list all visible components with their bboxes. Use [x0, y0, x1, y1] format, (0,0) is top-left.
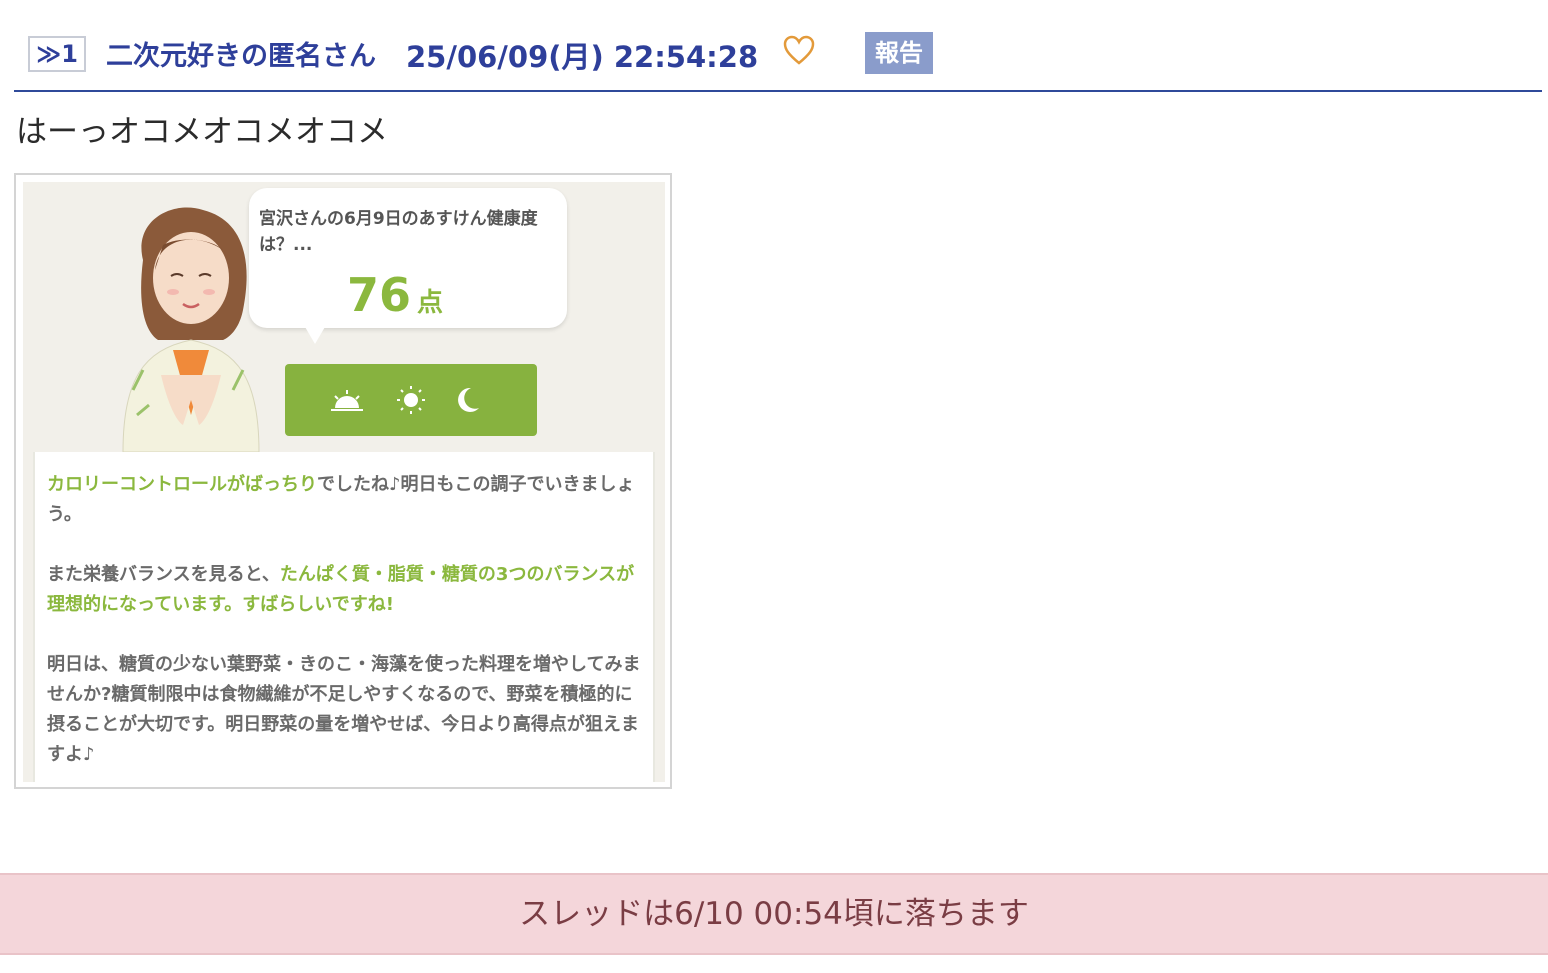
reply-anchor-button[interactable]: ≫1	[28, 36, 86, 72]
sun-icon	[397, 386, 425, 414]
speech-bubble: 宮沢さんの6月9日のあすけん健康度は？... 76 点	[249, 188, 567, 328]
advice-paragraph-2: また栄養バランスを見ると、たんぱく質・脂質・糖質の3つのバランスが理想的になって…	[47, 560, 643, 620]
score-unit: 点	[417, 288, 444, 318]
image-content: 宮沢さんの6月9日のあすけん健康度は？... 76 点 カロリーコントロールがば…	[23, 182, 665, 782]
bubble-tail	[301, 320, 329, 344]
advice-paragraph-1: カロリーコントロールがばっちりでしたね♪明日もこの調子でいきましょう。	[47, 470, 643, 530]
heart-outline-icon	[783, 35, 815, 65]
report-button[interactable]: 報告	[865, 32, 933, 74]
advice-paragraph-3: 明日は、糖質の少ない葉野菜・きのこ・海藻を使った料理を増やしてみませんか?糖質制…	[47, 654, 641, 765]
sunrise-icon	[331, 390, 363, 411]
advice-highlight-1: カロリーコントロールがばっちり	[47, 474, 317, 495]
post-date: 25/06/09(月) 22:54:28	[406, 40, 759, 74]
post-header: ≫1 二次元好きの匿名さん 25/06/09(月) 22:54:28 報告	[14, 24, 1542, 92]
bubble-text: 宮沢さんの6月9日のあすけん健康度は？...	[259, 209, 538, 255]
meal-time-bar	[285, 364, 537, 436]
health-score: 76 点	[347, 268, 443, 322]
woman-illustration	[122, 207, 260, 452]
advice-panel: カロリーコントロールがばっちりでしたね♪明日もこの調子でいきましょう。 また栄養…	[33, 452, 655, 782]
score-value: 76	[347, 268, 412, 322]
moon-icon	[458, 387, 479, 412]
poster-name[interactable]: 二次元好きの匿名さん	[106, 34, 376, 73]
advice-text-2: また栄養バランスを見ると、	[47, 564, 280, 585]
post-body-text: はーっオコメオコメオコメ	[16, 114, 388, 150]
attached-image[interactable]: 宮沢さんの6月9日のあすけん健康度は？... 76 点 カロリーコントロールがば…	[14, 173, 672, 789]
like-button[interactable]	[782, 34, 816, 66]
thread-expiry-notice: スレッドは6/10 00:54頃に落ちます	[0, 873, 1548, 955]
